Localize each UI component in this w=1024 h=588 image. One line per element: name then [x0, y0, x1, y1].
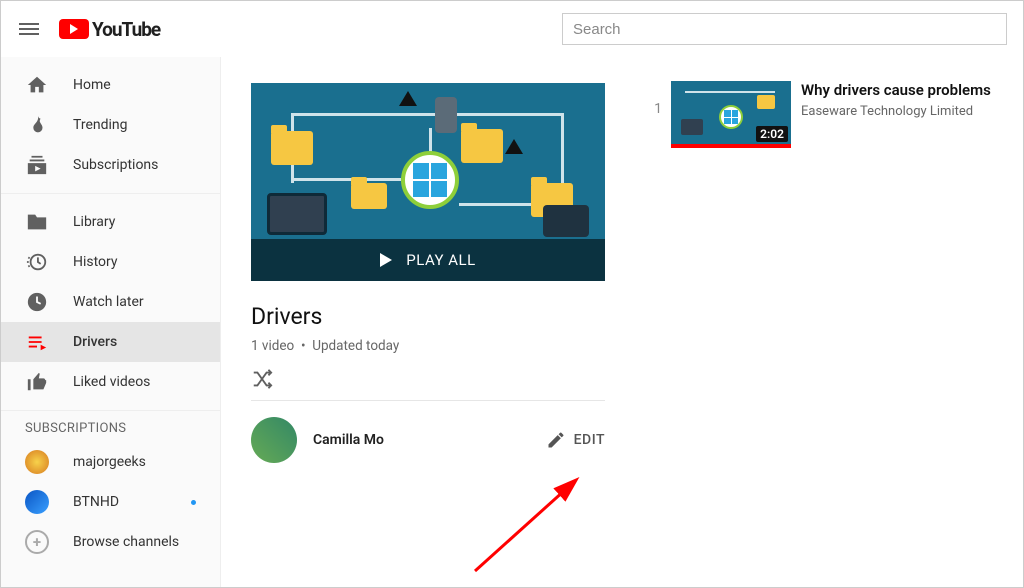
- playlist-meta: 1 video • Updated today: [251, 338, 605, 354]
- channel-avatar: [25, 490, 49, 514]
- search-container: [562, 13, 1007, 45]
- folder-icon: [25, 210, 49, 234]
- playlist-owner-row: Camilla Mo EDIT: [251, 417, 605, 463]
- plus-circle-icon: +: [25, 530, 49, 554]
- new-content-dot-icon: [191, 500, 196, 505]
- sidebar-item-history[interactable]: History: [1, 242, 220, 282]
- sidebar-item-label: Subscriptions: [73, 157, 158, 173]
- history-icon: [25, 250, 49, 274]
- fire-icon: [25, 113, 49, 137]
- sidebar-item-home[interactable]: Home: [1, 65, 220, 105]
- sidebar-item-trending[interactable]: Trending: [1, 105, 220, 145]
- sidebar-item-label: Home: [73, 77, 111, 93]
- subscriptions-icon: [25, 153, 49, 177]
- playlist-page: PLAY ALL Drivers 1 video • Updated today…: [221, 57, 1023, 587]
- sidebar-item-library[interactable]: Library: [1, 202, 220, 242]
- clock-icon: [25, 290, 49, 314]
- pencil-icon: [546, 430, 566, 450]
- channel-avatar: [25, 450, 49, 474]
- divider: [251, 400, 605, 401]
- progress-bar: [671, 144, 791, 148]
- shuffle-button[interactable]: [251, 368, 273, 390]
- playlist-icon: [25, 330, 49, 354]
- logo-text: YouTube: [92, 18, 160, 41]
- sidebar-item-label: Library: [73, 214, 115, 230]
- thumbs-up-icon: [25, 370, 49, 394]
- updated-text: Updated today: [312, 338, 399, 354]
- sidebar-item-label: Watch later: [73, 294, 144, 310]
- playlist-title: Drivers: [251, 303, 605, 330]
- item-index: 1: [645, 81, 671, 117]
- windows-logo-icon: [401, 151, 459, 209]
- owner-name[interactable]: Camilla Mo: [313, 432, 384, 448]
- play-icon: [380, 253, 392, 267]
- search-input[interactable]: [562, 13, 1007, 45]
- sidebar-item-drivers[interactable]: Drivers: [1, 322, 220, 362]
- sidebar: Home Trending Subscriptions Library Hist…: [1, 57, 221, 587]
- sidebar-item-watch-later[interactable]: Watch later: [1, 282, 220, 322]
- sidebar-item-label: History: [73, 254, 118, 270]
- playlist-hero[interactable]: PLAY ALL: [251, 83, 605, 281]
- owner-avatar[interactable]: [251, 417, 297, 463]
- sidebar-item-subscriptions[interactable]: Subscriptions: [1, 145, 220, 185]
- sidebar-item-label: BTNHD: [73, 494, 119, 510]
- sidebar-item-label: Browse channels: [73, 534, 179, 550]
- home-icon: [25, 73, 49, 97]
- app-header: YouTube: [1, 1, 1023, 57]
- video-duration: 2:02: [756, 126, 788, 142]
- youtube-play-icon: [59, 19, 89, 39]
- sidebar-item-label: Trending: [73, 117, 128, 133]
- video-title[interactable]: Why drivers cause problems: [801, 81, 991, 100]
- sidebar-subscriptions-header: Subscriptions: [1, 411, 220, 442]
- sidebar-item-label: Drivers: [73, 334, 117, 350]
- sidebar-item-liked[interactable]: Liked videos: [1, 362, 220, 402]
- video-count: 1 video: [251, 338, 294, 354]
- sidebar-browse-channels[interactable]: + Browse channels: [1, 522, 220, 562]
- playlist-item[interactable]: 1 2:02 Why drivers cause problems Easewa…: [645, 81, 1003, 148]
- playlist-items: 1 2:02 Why drivers cause problems Easewa…: [635, 57, 1023, 587]
- sidebar-item-label: Liked videos: [73, 374, 150, 390]
- hamburger-menu-icon[interactable]: [17, 17, 41, 41]
- play-all-overlay[interactable]: PLAY ALL: [251, 239, 605, 281]
- edit-button[interactable]: EDIT: [546, 430, 605, 450]
- video-channel[interactable]: Easeware Technology Limited: [801, 104, 991, 119]
- playlist-info-panel: PLAY ALL Drivers 1 video • Updated today…: [221, 57, 635, 587]
- edit-label: EDIT: [574, 432, 605, 448]
- play-all-label: PLAY ALL: [406, 251, 475, 269]
- sidebar-channel-majorgeeks[interactable]: majorgeeks: [1, 442, 220, 482]
- video-thumbnail[interactable]: 2:02: [671, 81, 791, 148]
- sidebar-item-label: majorgeeks: [73, 454, 146, 470]
- youtube-logo[interactable]: YouTube: [59, 18, 160, 41]
- sidebar-channel-btnhd[interactable]: BTNHD: [1, 482, 220, 522]
